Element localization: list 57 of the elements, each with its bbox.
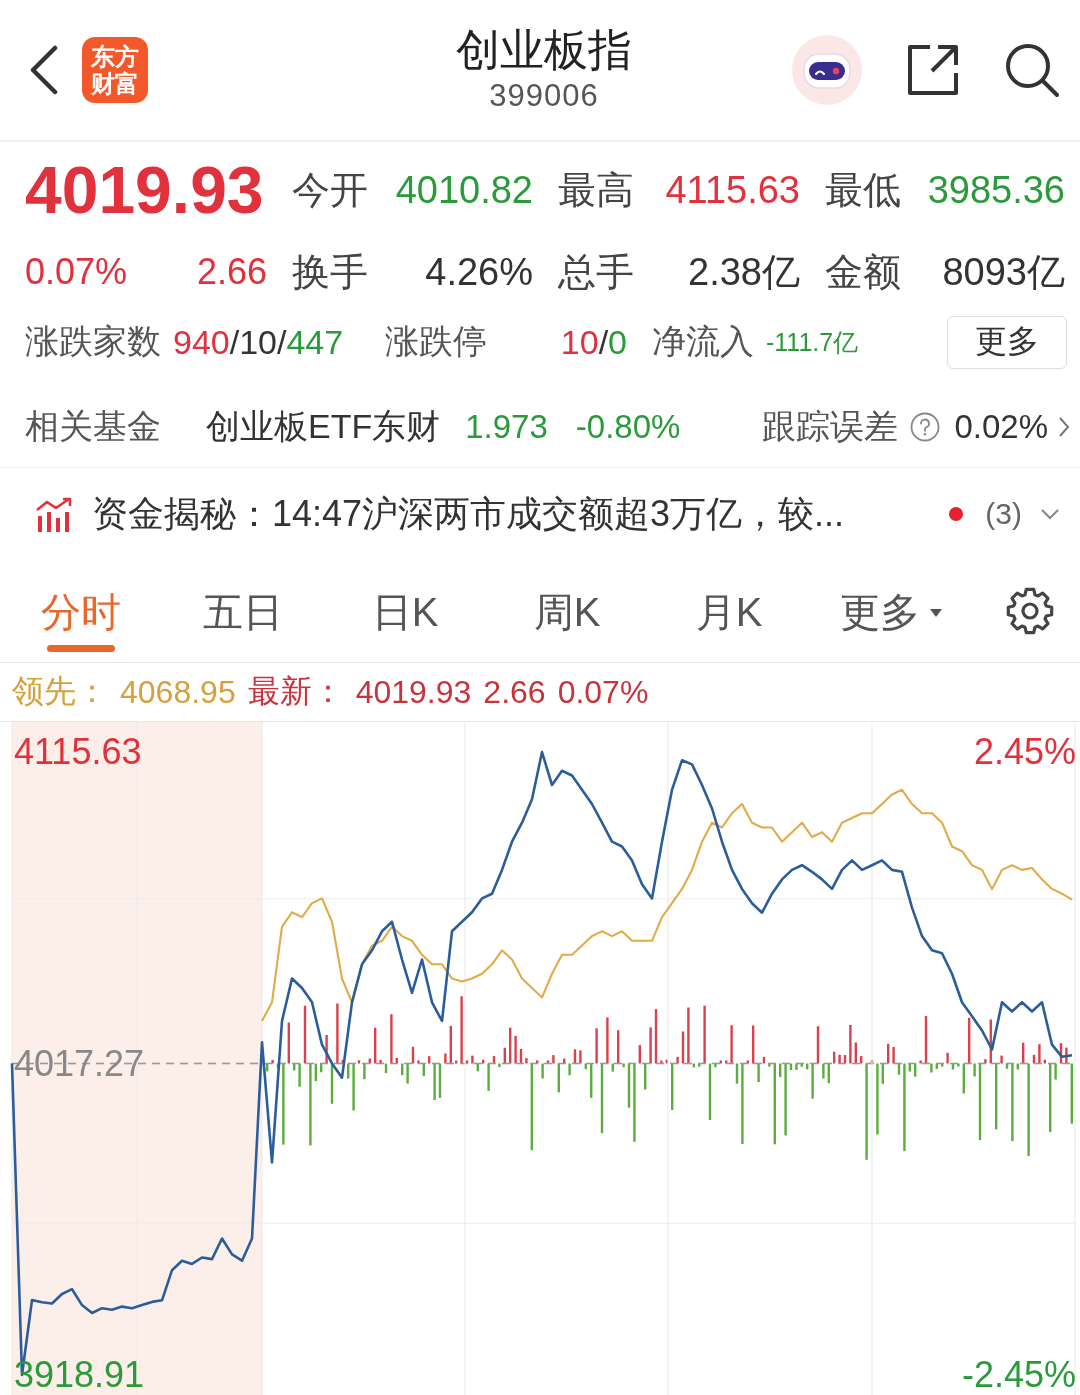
tracking-error-value: 0.02% — [954, 407, 1048, 446]
stat-value: 3985.36 — [927, 168, 1065, 212]
app-logo: 东方 财富 — [82, 37, 148, 103]
legend-value: 4068.95 — [120, 673, 236, 711]
search-icon[interactable] — [1004, 42, 1060, 98]
related-fund-label: 相关基金 — [25, 405, 161, 447]
stat-label: 最高 — [558, 167, 634, 213]
stat-value: 4115.63 — [665, 168, 800, 212]
legend-label: 领先： — [12, 672, 108, 711]
legend-value: 2.66 — [483, 673, 546, 711]
stat-label: 今开 — [292, 167, 368, 213]
stat-value: 8093亿 — [942, 249, 1065, 295]
limit-up-down-count: 10/0 — [560, 322, 627, 362]
stat-label: 净流入 — [652, 321, 754, 362]
fund-price: 1.973 — [465, 407, 548, 446]
stat-label: 涨跌家数 — [25, 321, 161, 362]
net-inflow-value: -111.7亿 — [766, 326, 859, 358]
stat-label: 最低 — [825, 167, 901, 213]
index-code: 399006 — [489, 77, 599, 115]
advance-decline-count: 940/10/447 — [173, 322, 344, 362]
stat-value: 4.26% — [425, 250, 533, 294]
price-axis-label: 3918.91 — [14, 1355, 145, 1395]
back-icon[interactable] — [28, 45, 60, 95]
chart-tab[interactable]: 月K — [648, 560, 810, 662]
stat-label: 金额 — [825, 249, 901, 295]
page-title: 创业板指 — [456, 24, 632, 76]
change-amount: 2.66 — [196, 251, 267, 293]
settings-icon[interactable] — [1005, 586, 1055, 636]
share-icon[interactable] — [906, 43, 960, 97]
chart-tab[interactable]: 周K — [486, 560, 648, 662]
legend-label: 最新： — [247, 672, 344, 711]
legend-value: 0.07% — [557, 673, 649, 711]
chart-tab[interactable]: 日K — [324, 560, 486, 662]
last-price: 4019.93 — [25, 154, 264, 226]
fund-name[interactable]: 创业板ETF东财 — [206, 403, 441, 450]
tracking-error-label: 跟踪误差 — [762, 405, 899, 447]
stat-label: 换手 — [292, 249, 368, 295]
stat-value: 2.38亿 — [688, 249, 800, 295]
price-axis-label: 4017.27 — [14, 1043, 145, 1084]
percent-axis-label: 2.45% — [973, 732, 1076, 772]
robot-avatar-icon[interactable] — [792, 35, 862, 105]
chart-tab[interactable]: 五日 — [162, 560, 324, 662]
help-icon[interactable] — [910, 411, 941, 442]
news-headline[interactable]: 资金揭秘：14:47沪深两市成交额超3万亿，较... — [92, 489, 845, 539]
stat-value: 4010.82 — [395, 168, 533, 212]
percent-axis-label: -2.45% — [961, 1355, 1076, 1395]
fund-change: -0.80% — [575, 407, 681, 446]
legend-value: 4019.93 — [355, 673, 472, 711]
stat-label: 总手 — [558, 249, 634, 295]
price-axis-label: 4115.63 — [14, 732, 142, 772]
chevron-right-icon[interactable] — [1058, 415, 1070, 438]
chart-tab[interactable]: 更多 — [810, 560, 972, 662]
change-percent: 0.07% — [25, 251, 128, 293]
stat-label: 涨跌停 — [385, 321, 487, 362]
news-count: (3) — [985, 497, 1022, 531]
more-button[interactable]: 更多 — [947, 315, 1067, 369]
chevron-down-icon[interactable] — [1040, 508, 1060, 520]
